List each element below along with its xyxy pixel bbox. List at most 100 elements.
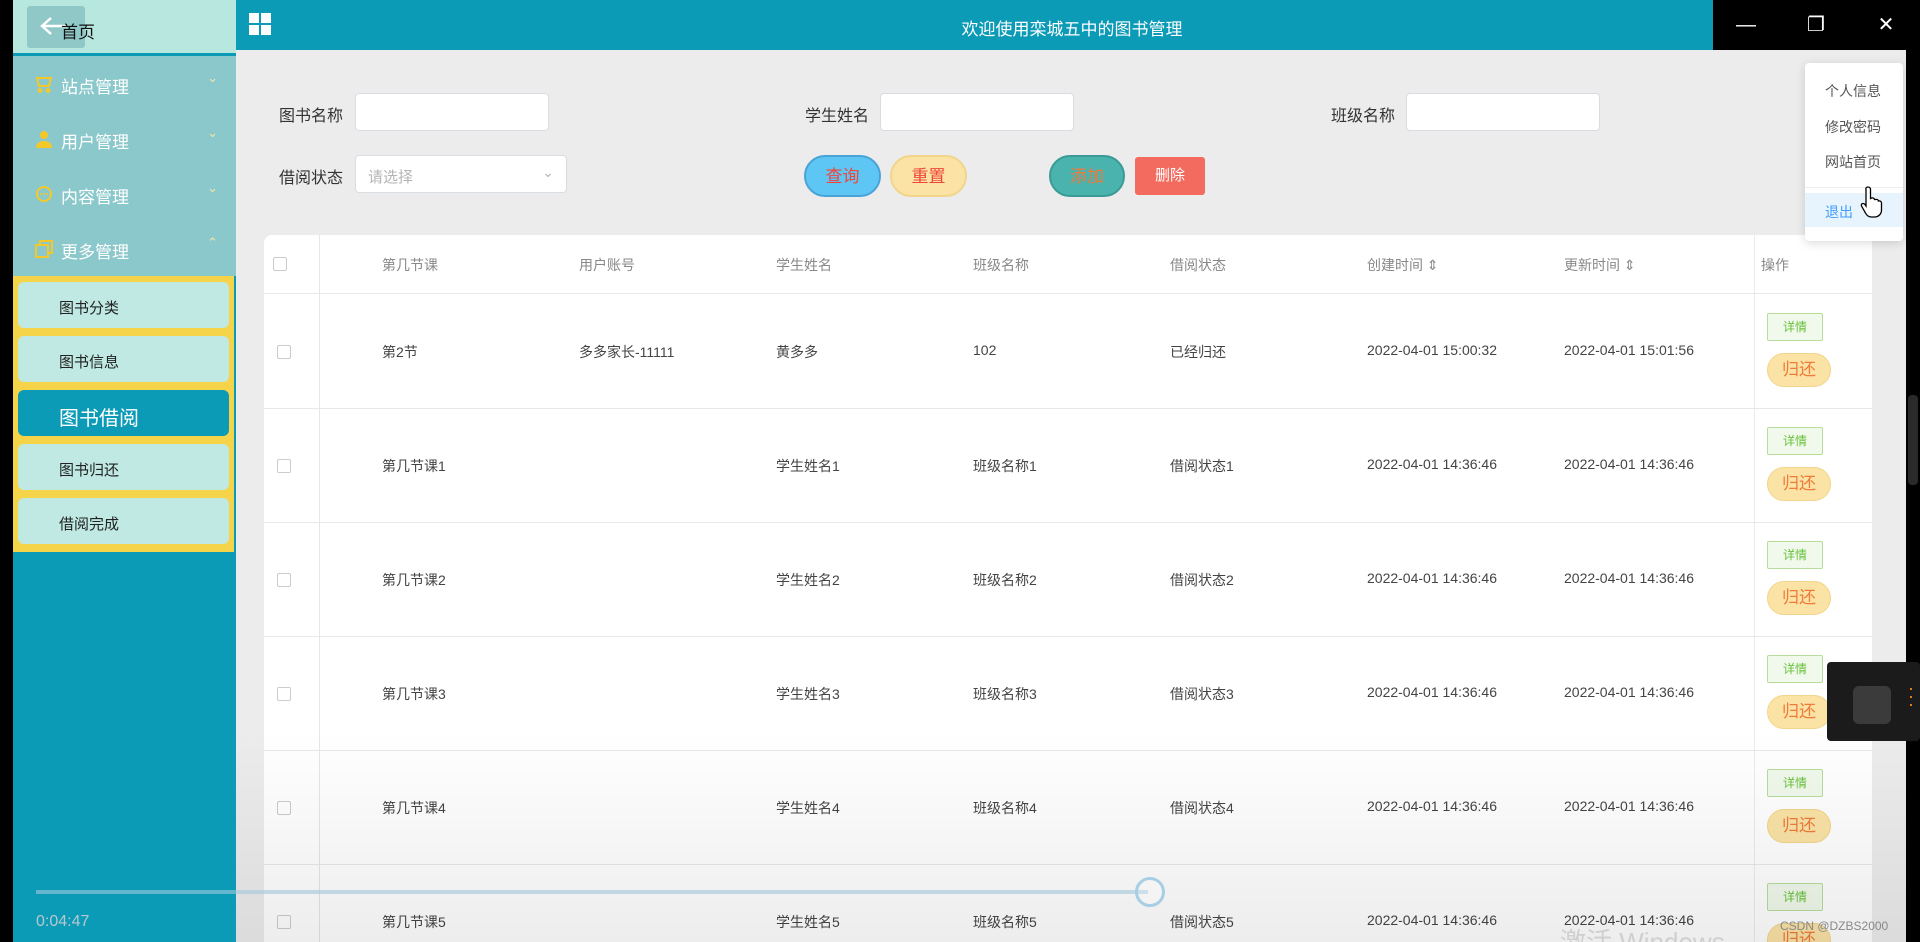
td-created: 2022-04-01 14:36:46 <box>1367 798 1497 814</box>
sidebar-home[interactable]: 首页 <box>13 0 236 53</box>
video-progress-bar[interactable] <box>36 890 1149 894</box>
student-name-label: 学生姓名 <box>805 108 870 125</box>
sidebar-item-more[interactable]: 更多管理 ⌃ <box>13 221 236 276</box>
dropdown-logout[interactable]: 退出 <box>1805 193 1903 227</box>
user-dropdown: 个人信息 修改密码 网站首页 退出 <box>1805 63 1903 241</box>
td-lesson: 第几节课2 <box>382 572 446 588</box>
submenu-item-label: 图书归还 <box>59 462 120 479</box>
td-status: 借阅状态2 <box>1170 572 1234 588</box>
return-button[interactable]: 归还 <box>1767 581 1831 615</box>
submenu-item-book-info[interactable]: 图书信息 <box>18 336 229 382</box>
video-progress-knob[interactable] <box>1135 877 1165 907</box>
row-checkbox[interactable] <box>277 345 291 359</box>
window-controls: — ❐ ✕ <box>1713 0 1920 50</box>
sidebar-item-label: 站点管理 <box>61 78 129 97</box>
row-checkbox[interactable] <box>277 801 291 815</box>
sort-icon[interactable]: ⇕ <box>1624 257 1636 273</box>
td-updated: 2022-04-01 14:36:46 <box>1564 798 1694 814</box>
chevron-down-icon: ⌄ <box>207 180 218 195</box>
submenu-item-book-category[interactable]: 图书分类 <box>18 282 229 328</box>
sidebar-item-label: 内容管理 <box>61 188 129 207</box>
sidebar-item-content[interactable]: 内容管理 ⌄ <box>13 166 236 221</box>
td-created: 2022-04-01 14:36:46 <box>1367 456 1497 472</box>
minimize-icon[interactable]: — <box>1723 10 1769 40</box>
hand-cursor-icon <box>1860 186 1883 218</box>
dropdown-site-home[interactable]: 网站首页 <box>1825 152 1881 172</box>
chevron-down-icon: ⌄ <box>207 125 218 140</box>
sort-icon[interactable]: ⇕ <box>1427 257 1439 273</box>
row-checkbox[interactable] <box>277 915 291 929</box>
submenu-item-book-borrow[interactable]: 图书借阅 <box>18 390 229 436</box>
table-row: 第2节 多多家长-11111 黄多多 102 已经归还 2022-04-01 15:00:… <box>264 295 1872 409</box>
return-button[interactable]: 归还 <box>1767 467 1831 501</box>
td-class: 102 <box>973 342 997 358</box>
td-lesson: 第几节课5 <box>382 914 446 930</box>
table-header: 第几节课 用户账号 学生姓名 班级名称 借阅状态 创建时间 ⇕ 更新时间 ⇕ 操… <box>264 235 1872 294</box>
return-button[interactable]: 归还 <box>1767 695 1831 729</box>
select-all-checkbox[interactable] <box>273 257 287 271</box>
scrollbar-thumb[interactable] <box>1908 395 1918 485</box>
row-checkbox[interactable] <box>277 459 291 473</box>
td-lesson: 第几节课4 <box>382 800 446 816</box>
dropdown-change-password[interactable]: 修改密码 <box>1825 117 1881 137</box>
detail-button[interactable]: 详情 <box>1767 655 1823 683</box>
th-status: 借阅状态 <box>1170 257 1226 273</box>
td-class: 班级名称1 <box>973 458 1037 474</box>
row-checkbox[interactable] <box>277 687 291 701</box>
detail-button[interactable]: 详情 <box>1767 427 1823 455</box>
td-updated: 2022-04-01 15:01:56 <box>1564 342 1694 358</box>
reset-button[interactable]: 重置 <box>890 155 967 197</box>
sidebar-item-site[interactable]: 站点管理 ⌄ <box>13 56 236 111</box>
status-select[interactable]: 请选择 ⌄ <box>355 155 567 193</box>
submenu-item-label: 图书信息 <box>59 354 120 371</box>
delete-button[interactable]: 删除 <box>1135 157 1205 195</box>
detail-button[interactable]: 详情 <box>1767 769 1823 797</box>
dropdown-profile[interactable]: 个人信息 <box>1825 81 1881 101</box>
th-updated-label: 更新时间 <box>1564 257 1620 273</box>
class-name-input[interactable] <box>1406 93 1600 131</box>
sidebar-item-label: 更多管理 <box>61 243 129 262</box>
td-updated: 2022-04-01 14:36:46 <box>1564 456 1694 472</box>
td-created: 2022-04-01 15:00:32 <box>1367 342 1497 358</box>
td-class: 班级名称2 <box>973 572 1037 588</box>
shop-icon <box>35 77 53 93</box>
th-created[interactable]: 创建时间 ⇕ <box>1367 255 1439 275</box>
search-button[interactable]: 查询 <box>804 155 881 197</box>
close-icon[interactable]: ✕ <box>1863 10 1909 40</box>
video-play-icon[interactable] <box>1853 686 1891 724</box>
csdn-watermark: CSDN @DZBS2000 <box>1780 919 1889 933</box>
submenu-item-label: 图书借阅 <box>59 408 139 430</box>
floating-video-widget[interactable]: · · · <box>1827 662 1920 741</box>
submenu-item-label: 借阅完成 <box>59 516 120 533</box>
return-button[interactable]: 归还 <box>1767 809 1831 843</box>
td-updated: 2022-04-01 14:36:46 <box>1564 684 1694 700</box>
detail-button[interactable]: 详情 <box>1767 883 1823 911</box>
th-updated[interactable]: 更新时间 ⇕ <box>1564 255 1636 275</box>
restore-icon[interactable]: ❐ <box>1793 10 1839 40</box>
submenu-item-label: 图书分类 <box>59 300 120 317</box>
dropdown-divider <box>1805 187 1903 188</box>
add-button[interactable]: 添加 <box>1049 155 1125 197</box>
th-student: 学生姓名 <box>776 257 832 273</box>
video-frame-edge <box>0 0 13 942</box>
submenu-item-borrow-done[interactable]: 借阅完成 <box>18 498 229 544</box>
more-dots-icon[interactable]: · · · <box>1908 679 1914 713</box>
sidebar-item-user[interactable]: 用户管理 ⌄ <box>13 111 236 166</box>
td-created: 2022-04-01 14:36:46 <box>1367 912 1497 928</box>
submenu-more: 图书分类 图书信息 图书借阅 图书归还 借阅完成 <box>13 276 234 552</box>
row-checkbox[interactable] <box>277 573 291 587</box>
submenu-item-book-return[interactable]: 图书归还 <box>18 444 229 490</box>
sidebar-home-label: 首页 <box>61 23 95 42</box>
td-status: 借阅状态5 <box>1170 914 1234 930</box>
class-name-label: 班级名称 <box>1331 108 1396 125</box>
chevron-up-icon: ⌃ <box>207 235 218 250</box>
detail-button[interactable]: 详情 <box>1767 541 1823 569</box>
th-created-label: 创建时间 <box>1367 257 1423 273</box>
logout-label: 退出 <box>1825 204 1853 220</box>
page-scrollbar[interactable] <box>1906 50 1920 942</box>
return-button[interactable]: 归还 <box>1767 353 1831 387</box>
detail-button[interactable]: 详情 <box>1767 313 1823 341</box>
th-class: 班级名称 <box>973 257 1029 273</box>
student-name-input[interactable] <box>880 93 1074 131</box>
book-name-input[interactable] <box>355 93 549 131</box>
